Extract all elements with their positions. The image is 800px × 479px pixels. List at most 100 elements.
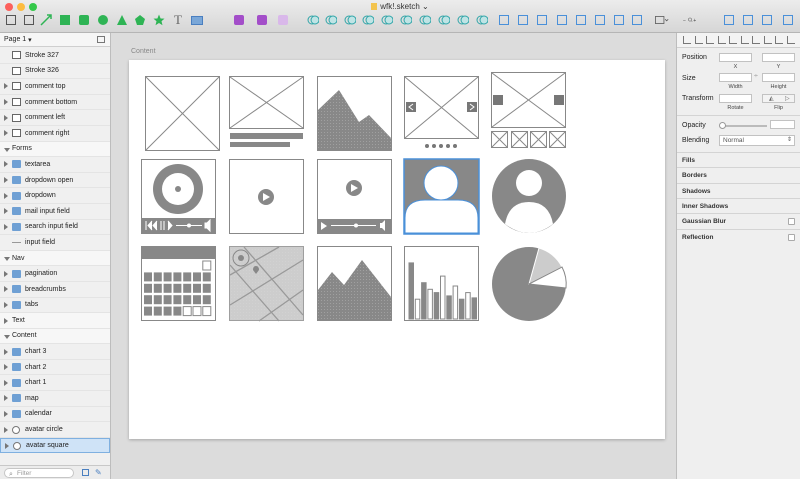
inspector-section-borders[interactable]: Borders [677,167,800,182]
image-tool-icon[interactable] [190,13,204,27]
layer-row[interactable]: chart 2 [0,360,110,376]
carousel-thumbnails[interactable] [491,72,566,148]
layer-row[interactable]: search input field [0,220,110,236]
disclosure-arrow-icon[interactable] [4,177,8,184]
mask-icon[interactable] [418,13,432,27]
eyedropper-icon[interactable] [741,13,755,27]
disclosure-arrow-icon[interactable] [4,256,10,261]
layer-row[interactable]: avatar square [0,437,110,454]
disclosure-arrow-icon[interactable] [4,379,8,386]
disclosure-arrow-icon[interactable] [4,161,8,168]
align-icon[interactable] [763,36,772,44]
link-icon[interactable] [630,13,644,27]
triangle-tool-icon[interactable] [115,13,129,27]
intersect-icon[interactable] [343,13,357,27]
union-icon[interactable] [306,13,320,27]
grid-icon[interactable] [456,13,470,27]
disclosure-arrow-icon[interactable] [4,114,8,121]
flatten-icon[interactable] [380,13,394,27]
rounded-rect-tool-icon[interactable] [77,13,91,27]
rectangle-tool-icon[interactable] [58,13,72,27]
map[interactable] [229,246,304,322]
inspector-section-gaussian-blur[interactable]: Gaussian Blur [677,213,800,228]
landscape-image[interactable] [317,76,392,151]
zoom-icon[interactable]: − + [683,13,697,27]
layer-row[interactable]: breadcrumbs [0,282,110,298]
disclosure-arrow-icon[interactable] [4,426,8,433]
align-icon[interactable] [535,13,549,27]
image-placeholder[interactable] [145,76,220,151]
disclosure-arrow-icon[interactable] [4,395,8,402]
calendar[interactable] [141,246,216,321]
bar-chart[interactable] [404,246,479,321]
layer-row[interactable]: mail input field [0,204,110,220]
export-icon[interactable] [82,469,89,476]
layer-row[interactable]: Text [0,313,110,329]
disclosure-arrow-icon[interactable] [4,208,8,215]
rotate-icon[interactable] [612,13,626,27]
align-icon[interactable] [694,36,703,44]
align-icon[interactable] [740,36,749,44]
disclosure-arrow-icon[interactable] [4,270,8,277]
height-input[interactable] [762,73,795,82]
layer-row[interactable]: Forms [0,141,110,158]
inspector-section-inner-shadows[interactable]: Inner Shadows [677,197,800,213]
disclosure-arrow-icon[interactable] [4,99,8,106]
y-input[interactable] [762,53,795,62]
align-icon[interactable] [683,36,691,44]
blending-select[interactable]: Normal ⇕ [719,135,795,146]
star-tool-icon[interactable] [152,13,166,27]
layer-row[interactable]: Content [0,328,110,345]
layer-row[interactable]: pagination [0,266,110,282]
disclosure-arrow-icon[interactable] [4,364,8,371]
align-icon[interactable] [752,36,760,44]
flip-horizontal-icon[interactable]: ◭ [769,95,774,102]
video-player-controls[interactable] [317,159,392,234]
layer-row[interactable]: comment bottom [0,95,110,111]
disclosure-arrow-icon[interactable] [4,348,8,355]
text-tool-icon[interactable]: T [171,12,185,27]
line-tool-icon[interactable] [39,13,53,27]
layer-row[interactable]: comment top [0,79,110,95]
section-checkbox[interactable] [788,218,795,226]
distribute-icon[interactable] [555,13,569,27]
layer-row[interactable]: textarea [0,157,110,173]
styles-icon[interactable] [255,13,269,27]
layer-row[interactable]: Stroke 326 [0,64,110,80]
inspector-section-fills[interactable]: Fills [677,152,800,167]
video-player-simple[interactable] [229,159,304,234]
opacity-slider[interactable] [719,122,767,129]
align-icon[interactable] [775,36,783,44]
avatar-square-selected[interactable] [403,158,480,235]
shared-styles-icon[interactable] [276,13,290,27]
transform-icon[interactable] [593,13,607,27]
disclosure-arrow-icon[interactable] [5,442,9,449]
artboard-label[interactable]: Content [131,48,156,55]
layer-row[interactable]: input field [0,235,110,251]
layer-row[interactable]: Nav [0,250,110,267]
inspector-section-reflection[interactable]: Reflection [677,228,800,244]
canvas[interactable]: Content [111,33,676,479]
subtract-icon[interactable] [324,13,338,27]
disclosure-arrow-icon[interactable] [4,318,8,325]
align-icon[interactable] [706,36,714,44]
vector-tool-icon[interactable] [4,13,18,27]
rotate-input[interactable] [719,94,752,103]
disclosure-arrow-icon[interactable] [4,192,8,199]
layer-row[interactable]: comment left [0,110,110,126]
artboard-content[interactable] [129,60,665,439]
text-insert-icon[interactable] [399,13,413,27]
filter-input[interactable]: ⌕ Filter [4,468,74,478]
landscape-image-2[interactable] [317,246,392,321]
layer-row[interactable]: comment right [0,126,110,142]
disclosure-arrow-icon[interactable] [4,301,8,308]
inspector-section-shadows[interactable]: Shadows [677,182,800,198]
pencil-tool-icon[interactable] [22,13,36,27]
difference-icon[interactable] [361,13,375,27]
disclosure-arrow-icon[interactable] [4,334,10,339]
page-selector[interactable]: Page 1 ▾ [0,33,110,47]
flip-vertical-icon[interactable]: ▷ [785,95,790,102]
layer-row[interactable]: chart 1 [0,375,110,392]
opacity-input[interactable] [770,120,795,129]
image-caption-placeholder[interactable] [229,76,304,148]
